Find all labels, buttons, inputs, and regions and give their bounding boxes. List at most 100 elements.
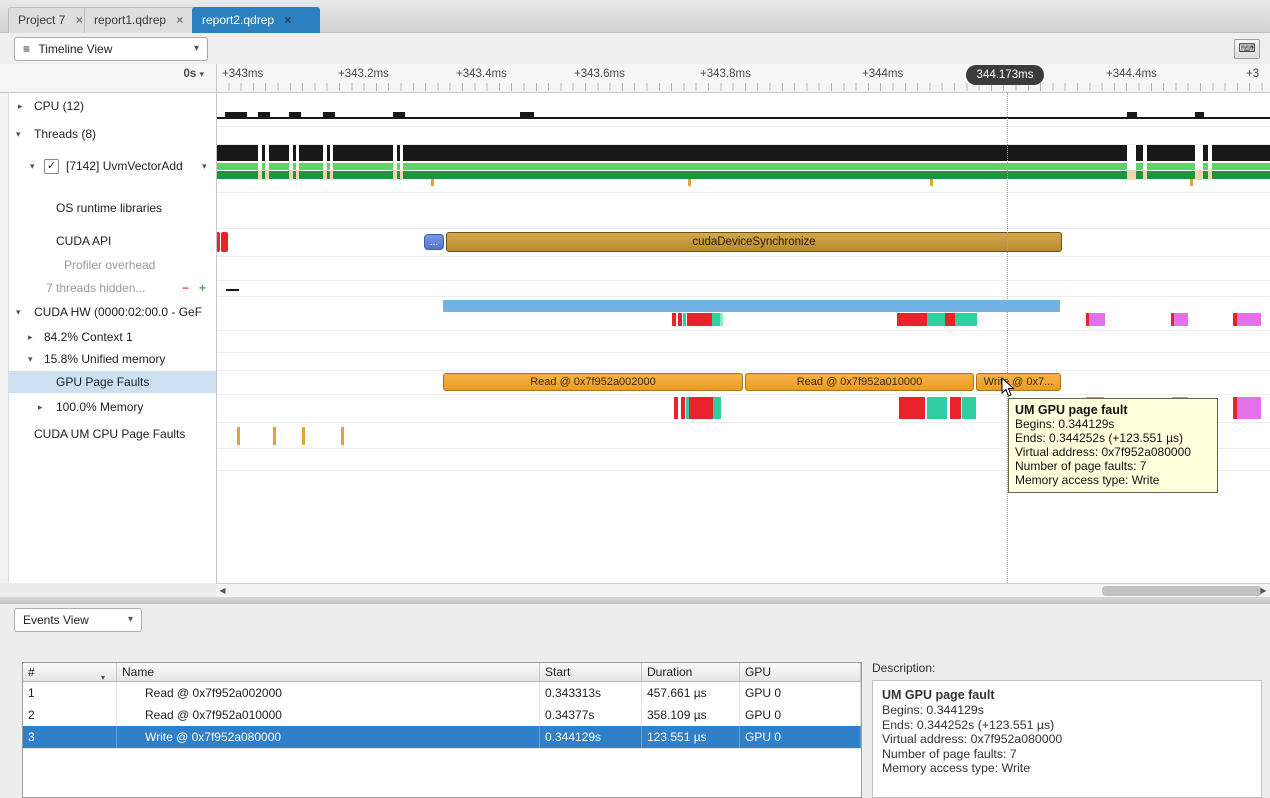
sidebar-item-profiler-overhead[interactable]: Profiler overhead bbox=[0, 254, 216, 276]
cell-num: 1 bbox=[23, 682, 117, 704]
scroll-left-arrow-icon[interactable]: ◀ bbox=[216, 584, 229, 597]
cpu-page-fault-tick[interactable] bbox=[273, 427, 276, 445]
show-thread-icon[interactable]: + bbox=[199, 277, 206, 299]
sidebar-item-15-8-unified-memory[interactable]: ▾15.8% Unified memory bbox=[0, 348, 216, 370]
table-row[interactable]: 2Read @ 0x7f952a0100000.34377s358.109 µs… bbox=[23, 704, 861, 727]
hide-thread-icon[interactable]: − bbox=[182, 277, 189, 299]
thread-gap-marker bbox=[1195, 170, 1203, 180]
chevron-right-icon[interactable]: ▸ bbox=[38, 396, 43, 418]
table-row[interactable]: 1Read @ 0x7f952a0020000.343313s457.661 µ… bbox=[23, 682, 861, 705]
ruler-origin-selector[interactable]: 0s ▾ bbox=[183, 68, 204, 80]
memory-transfer-segment[interactable] bbox=[689, 397, 713, 419]
gpu-event-segment[interactable] bbox=[720, 313, 723, 326]
thread-options-caret-icon[interactable]: ▾ bbox=[202, 155, 207, 177]
sidebar-divider[interactable] bbox=[216, 64, 217, 583]
events-table[interactable]: #▾NameStartDurationGPU1Read @ 0x7f952a00… bbox=[22, 662, 862, 798]
row-separator bbox=[216, 394, 1270, 395]
chevron-down-icon[interactable]: ▾ bbox=[16, 301, 21, 323]
sidebar-item-cuda-api[interactable]: CUDA API bbox=[0, 230, 216, 252]
sidebar-item-7142-uvmvectoradd[interactable]: ▾✓[7142] UvmVectorAdd▾ bbox=[0, 155, 216, 177]
gpu-event-segment[interactable] bbox=[897, 313, 927, 326]
sidebar-item-os-runtime-libraries[interactable]: OS runtime libraries bbox=[0, 197, 216, 219]
timeline-ruler[interactable]: 0s ▾ +343ms+343.2ms+343.4ms+343.6ms+343.… bbox=[0, 64, 1270, 93]
pane-splitter[interactable] bbox=[0, 597, 1270, 604]
memory-transfer-segment[interactable] bbox=[927, 397, 947, 419]
memory-transfer-segment[interactable] bbox=[899, 397, 925, 419]
table-row[interactable]: 3Write @ 0x7f952a0800000.344129s123.551 … bbox=[23, 726, 861, 749]
keyboard-shortcuts-button[interactable]: ⌨ bbox=[1234, 39, 1260, 59]
cell-duration: 358.109 µs bbox=[642, 704, 740, 726]
gpu-event-segment[interactable] bbox=[955, 313, 977, 326]
gpu-event-segment[interactable] bbox=[712, 313, 720, 326]
thread-cpu-bar[interactable] bbox=[216, 171, 1270, 179]
thread-running-bar[interactable] bbox=[216, 163, 1270, 170]
memory-transfer-segment[interactable] bbox=[713, 397, 721, 419]
sidebar-item-84-2-context-1[interactable]: ▸84.2% Context 1 bbox=[0, 326, 216, 348]
tab-close-icon[interactable]: × bbox=[281, 13, 291, 27]
scroll-right-arrow-icon[interactable]: ▶ bbox=[1257, 584, 1270, 597]
events-view-selector[interactable]: Events View ▾ bbox=[14, 608, 142, 632]
timeline-view-selector[interactable]: ≡ Timeline View ▾ bbox=[14, 37, 208, 61]
sidebar-item-threads-8[interactable]: ▾Threads (8) bbox=[0, 123, 216, 145]
row-separator bbox=[216, 352, 1270, 353]
memory-transfer-segment[interactable] bbox=[1237, 397, 1261, 419]
gpu-event-segment[interactable] bbox=[687, 313, 712, 326]
cpu-page-fault-tick[interactable] bbox=[302, 427, 305, 445]
collapsed-calls-chip[interactable]: ... bbox=[424, 234, 444, 250]
gpu-page-fault-bar[interactable]: Read @ 0x7f952a010000 bbox=[745, 373, 974, 391]
cuda-api-call-bar[interactable] bbox=[221, 232, 228, 252]
tab-close-icon[interactable]: × bbox=[72, 13, 82, 27]
memory-transfer-segment[interactable] bbox=[950, 397, 961, 419]
sidebar-item-cuda-hw-0000-02-00-0-gef[interactable]: ▾CUDA HW (0000:02:00.0 - GeF bbox=[0, 301, 216, 323]
gpu-event-segment[interactable] bbox=[1089, 313, 1105, 326]
gpu-event-segment[interactable] bbox=[683, 313, 686, 326]
event-tooltip: UM GPU page fault Begins: 0.344129sEnds:… bbox=[1008, 398, 1218, 493]
memory-transfer-segment[interactable] bbox=[962, 397, 976, 419]
kernel-execution-bar[interactable] bbox=[443, 300, 1060, 312]
chevron-right-icon[interactable]: ▸ bbox=[18, 95, 23, 117]
memory-transfer-segment[interactable] bbox=[681, 397, 685, 419]
gpu-event-segment[interactable] bbox=[672, 313, 676, 326]
thread-state-bar[interactable] bbox=[216, 145, 1270, 161]
column-header-[interactable]: #▾ bbox=[23, 663, 117, 682]
gpu-event-segment[interactable] bbox=[678, 313, 682, 326]
cpu-page-fault-tick[interactable] bbox=[341, 427, 344, 445]
os-event-tick[interactable] bbox=[688, 179, 691, 186]
sidebar-item-gpu-page-faults[interactable]: GPU Page Faults bbox=[9, 371, 216, 393]
timeline-canvas[interactable]: ▸CPU (12)▾Threads (8)▾✓[7142] UvmVectorA… bbox=[0, 93, 1270, 583]
thread-checkbox[interactable]: ✓ bbox=[44, 159, 59, 174]
column-header-gpu[interactable]: GPU bbox=[740, 663, 861, 682]
os-event-tick[interactable] bbox=[930, 179, 933, 186]
scrollbar-thumb[interactable] bbox=[1102, 586, 1262, 596]
chevron-down-icon[interactable]: ▾ bbox=[28, 348, 33, 370]
tab-report1-qdrep[interactable]: report1.qdrep × bbox=[84, 7, 208, 33]
column-header-name[interactable]: Name bbox=[117, 663, 540, 682]
gpu-page-fault-bar[interactable]: Write @ 0x7... bbox=[976, 373, 1061, 391]
cuda-device-synchronize-bar[interactable]: cudaDeviceSynchronize bbox=[446, 232, 1062, 252]
sidebar-item-cpu-12[interactable]: ▸CPU (12) bbox=[0, 95, 216, 117]
cpu-page-fault-tick[interactable] bbox=[237, 427, 240, 445]
gpu-event-segment[interactable] bbox=[945, 313, 955, 326]
tab-close-icon[interactable]: × bbox=[173, 13, 183, 27]
column-header-duration[interactable]: Duration bbox=[642, 663, 740, 682]
os-event-tick[interactable] bbox=[1190, 179, 1193, 186]
tab-label: report2.qdrep bbox=[202, 13, 274, 27]
cell-num: 2 bbox=[23, 704, 117, 726]
sidebar-item-cuda-um-cpu-page-faults[interactable]: CUDA UM CPU Page Faults bbox=[0, 423, 216, 445]
column-header-start[interactable]: Start bbox=[540, 663, 642, 682]
horizontal-scrollbar[interactable]: ◀ ▶ bbox=[216, 583, 1270, 598]
gpu-event-segment[interactable] bbox=[1174, 313, 1188, 326]
tab-report2-qdrep[interactable]: report2.qdrep × bbox=[192, 7, 320, 33]
sidebar-item-100-0-memory[interactable]: ▸100.0% Memory bbox=[0, 396, 216, 418]
sidebar-item-7-threads-hidden[interactable]: 7 threads hidden...−+ bbox=[0, 277, 216, 299]
chevron-down-icon[interactable]: ▾ bbox=[30, 155, 35, 177]
gpu-page-fault-bar[interactable]: Read @ 0x7f952a002000 bbox=[443, 373, 743, 391]
gpu-event-segment[interactable] bbox=[1237, 313, 1261, 326]
view-selector-label: Timeline View bbox=[38, 42, 112, 56]
memory-transfer-segment[interactable] bbox=[674, 397, 678, 419]
os-event-tick[interactable] bbox=[431, 179, 434, 186]
chevron-down-icon[interactable]: ▾ bbox=[16, 123, 21, 145]
thread-gap-marker bbox=[330, 170, 333, 180]
chevron-right-icon[interactable]: ▸ bbox=[28, 326, 33, 348]
gpu-event-segment[interactable] bbox=[927, 313, 945, 326]
